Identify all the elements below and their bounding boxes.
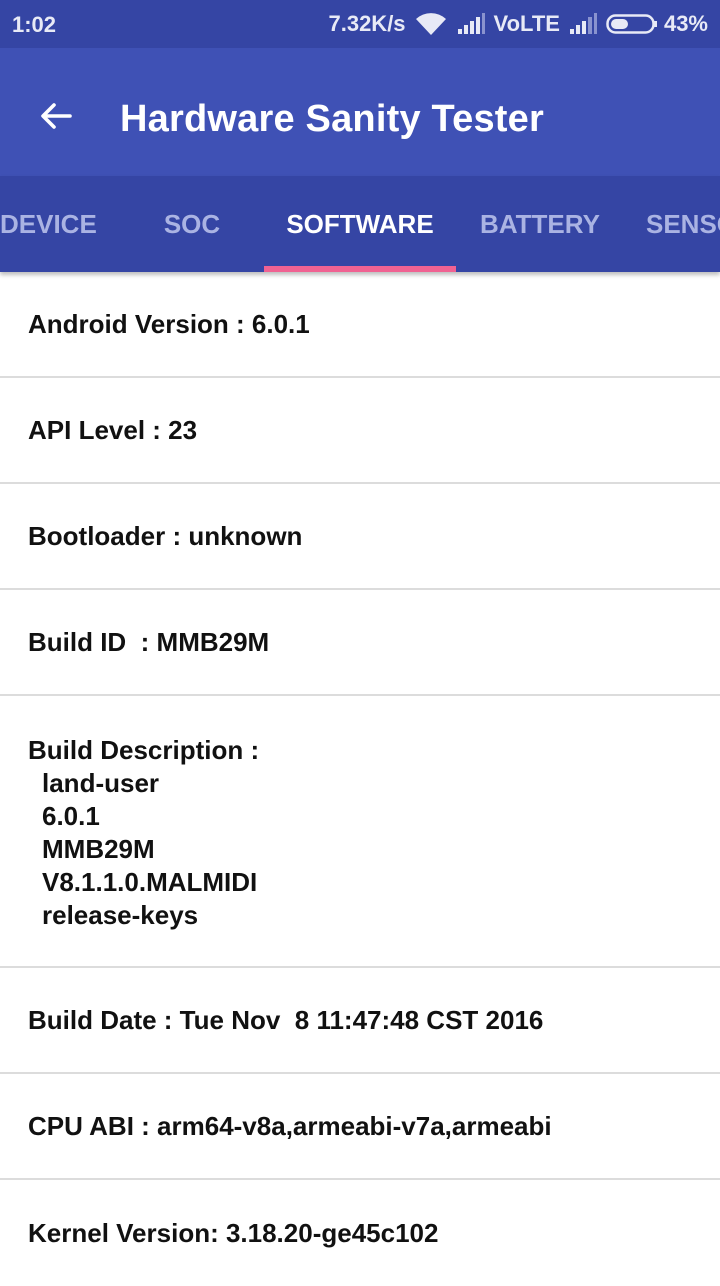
tab-battery[interactable]: BATTERY <box>444 176 636 272</box>
status-time: 1:02 <box>12 12 57 37</box>
android-version-text: Android Version : 6.0.1 <box>28 308 310 339</box>
build-description-line: 6.0.1 <box>42 801 100 831</box>
list-item-android-version: Android Version : 6.0.1 <box>0 272 720 378</box>
kernel-version-text: Kernel Version: 3.18.20-ge45c102 <box>28 1217 439 1248</box>
app-bar: Hardware Sanity Tester <box>0 48 720 176</box>
build-date-text: Build Date : Tue Nov 8 11:47:48 CST 2016 <box>28 1004 544 1035</box>
list-item-bootloader: Bootloader : unknown <box>0 484 720 590</box>
tab-soc[interactable]: SOC <box>96 176 288 272</box>
app-title: Hardware Sanity Tester <box>120 98 544 140</box>
build-description-line: V8.1.1.0.MALMIDI <box>42 867 258 897</box>
api-level-text: API Level : 23 <box>28 414 198 445</box>
status-indicators: 7.32K/s VoLTE 43% <box>328 0 708 48</box>
list-item-cpu-abi: CPU ABI : arm64-v8a,armeabi-v7a,armeabi <box>0 1074 720 1180</box>
arrow-left-icon <box>41 103 72 129</box>
tab-sensors[interactable]: SENSORS <box>646 176 720 272</box>
volte-label: VoLTE <box>493 11 560 36</box>
tab-device[interactable]: DEVICE <box>0 176 97 272</box>
software-info-list: Android Version : 6.0.1 API Level : 23 B… <box>0 272 720 1286</box>
build-description-line: release-keys <box>42 900 199 930</box>
battery-indicator: 43% <box>606 11 708 37</box>
cpu-abi-text: CPU ABI : arm64-v8a,armeabi-v7a,armeabi <box>28 1110 552 1141</box>
build-description-label: Build Description : <box>28 735 260 765</box>
tab-software[interactable]: SOFTWARE <box>264 176 456 272</box>
battery-percent: 43% <box>663 11 708 36</box>
wifi-icon <box>414 11 448 37</box>
list-item-build-id: Build ID : MMB29M <box>0 590 720 696</box>
list-item-api-level: API Level : 23 <box>0 378 720 484</box>
battery-icon <box>606 14 657 34</box>
build-description-line: land-user <box>42 768 160 798</box>
build-id-text: Build ID : MMB29M <box>28 626 270 657</box>
list-item-kernel-version: Kernel Version: 3.18.20-ge45c102 <box>0 1180 720 1286</box>
signal-icon <box>456 12 486 36</box>
back-button[interactable] <box>28 88 84 144</box>
signal-icon <box>568 12 598 36</box>
bootloader-text: Bootloader : unknown <box>28 520 303 551</box>
list-item-build-date: Build Date : Tue Nov 8 11:47:48 CST 2016 <box>0 968 720 1074</box>
net-speed: 7.32K/s <box>328 11 406 36</box>
status-bar: 1:02 7.32K/s VoLTE 43% <box>0 0 720 48</box>
build-description-line: MMB29M <box>42 834 155 864</box>
tab-bar: DEVICE SOC SOFTWARE BATTERY SENSORS <box>0 176 720 272</box>
list-item-build-description: Build Description : land-user 6.0.1 MMB2… <box>0 696 720 968</box>
